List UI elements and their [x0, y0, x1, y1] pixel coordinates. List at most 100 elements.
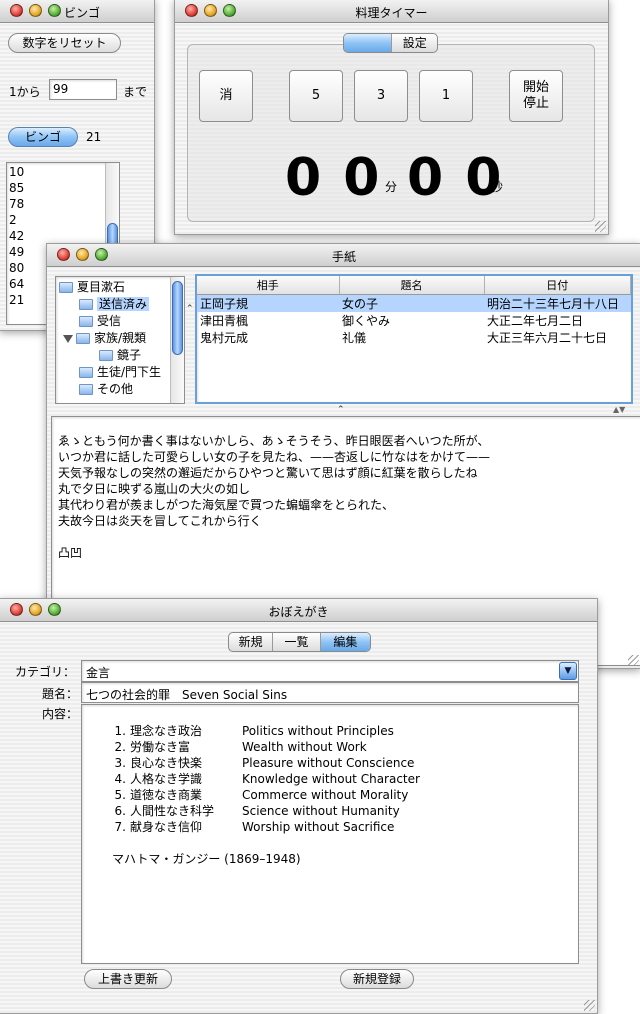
- tree-item-sent[interactable]: 送信済み: [59, 296, 161, 313]
- tree-label: 鏡子: [117, 348, 142, 362]
- disclosure-triangle-icon[interactable]: [63, 334, 73, 343]
- letter-text: ゑゝともう何か書く事はないかしら、あゝそうそう、昨日眼医者へいつた所が、 いつか…: [58, 433, 490, 561]
- tree-item-students[interactable]: 生徒/門下生: [59, 364, 161, 381]
- cell-date: 大正三年六月二十七日: [487, 331, 608, 345]
- split-handle-icon[interactable]: ⌃: [337, 405, 345, 415]
- tab-settings[interactable]: 設定: [392, 34, 437, 52]
- letter-line: 夫故今日は炎天を冒してこれから行く: [58, 514, 262, 528]
- tree-item-root[interactable]: 夏目漱石: [59, 279, 161, 296]
- scroll-arrows-icon[interactable]: ▲▼: [613, 405, 625, 414]
- column-header-date[interactable]: 日付: [484, 276, 631, 295]
- attribution: マハトマ・ガンジー (1869–1948): [112, 852, 301, 866]
- memo-window: おぼえがき 新規 一覧 編集 カテゴリ： 金言 ▼ 題名： 七つの社会的罪 Se…: [0, 598, 598, 1014]
- cell-to: 津田青楓: [200, 314, 249, 328]
- subject-label: 題名：: [42, 687, 79, 701]
- add-3-button[interactable]: 3: [354, 70, 408, 122]
- timer-titlebar[interactable]: 料理タイマー: [175, 0, 608, 23]
- chevron-down-icon[interactable]: ▼: [559, 662, 577, 680]
- content-textarea[interactable]: 1. 理念なき政治 Politics without Principles 2. 労働…: [81, 704, 579, 964]
- content-text: 1. 理念なき政治 Politics without Principles 2. 労働…: [112, 723, 420, 867]
- resize-grip[interactable]: [595, 221, 606, 232]
- resize-grip[interactable]: [628, 655, 639, 666]
- minimize-button[interactable]: [29, 4, 42, 17]
- tree-item-kyoko[interactable]: 鏡子: [59, 347, 161, 364]
- memo-tabs: 新規 一覧 編集: [228, 632, 371, 652]
- table-row[interactable]: 正岡子規 女の子 明治二十三年七月十八日: [197, 294, 631, 312]
- folder-icon: [76, 333, 90, 344]
- list-item: 80: [9, 261, 25, 275]
- tab-timer[interactable]: [344, 34, 393, 52]
- list-item: 2. 労働なき富 Wealth without Work: [114, 740, 367, 754]
- tree-label: 夏目漱石: [77, 280, 126, 294]
- letter-line: 天気予報なしの突然の邂逅だからひやつと驚いて思はず顔に紅葉を散らしたね: [58, 466, 478, 480]
- start-stop-button[interactable]: 開始 停止: [509, 70, 563, 122]
- letters-table-grid: 相手 題名 日付 正岡子規 女の子 明治二十三年七月十八日 津田青楓 御くやみ …: [197, 276, 631, 346]
- clear-button[interactable]: 消: [199, 70, 253, 122]
- tab-edit[interactable]: 編集: [320, 633, 370, 651]
- bingo-draw-button[interactable]: ビンゴ: [8, 127, 78, 147]
- category-value: 金言: [86, 666, 111, 680]
- update-button[interactable]: 上書き更新: [84, 969, 172, 989]
- folder-tree-items: 夏目漱石 送信済み 受信 家族/親類 鏡子 生徒/門下生 その他: [59, 279, 161, 398]
- tree-label: 送信済み: [97, 297, 150, 311]
- reset-numbers-button[interactable]: 数字をリセット: [8, 33, 121, 53]
- tree-item-other[interactable]: その他: [59, 381, 161, 398]
- max-number-input[interactable]: 99: [49, 79, 117, 100]
- seconds-unit: 秒: [491, 180, 504, 194]
- tree-scrollbar[interactable]: [170, 277, 184, 403]
- column-header-to[interactable]: 相手: [197, 276, 340, 295]
- cell-subject: 女の子: [339, 294, 484, 312]
- tree-label: 受信: [97, 314, 122, 328]
- tree-item-family[interactable]: 家族/親類: [59, 330, 161, 347]
- category-select[interactable]: 金言 ▼: [81, 660, 579, 682]
- folder-icon: [79, 299, 93, 310]
- list-item: 42: [9, 229, 25, 243]
- letter-line: いつか君に話した可愛らしい女の子を見たね、——杏返しに竹なはをかけて——: [58, 450, 491, 464]
- folder-icon: [59, 282, 73, 293]
- letter-line: [58, 529, 490, 545]
- resize-grip[interactable]: [584, 1000, 595, 1011]
- folder-tree[interactable]: 夏目漱石 送信済み 受信 家族/親類 鏡子 生徒/門下生 その他: [55, 276, 185, 404]
- list-item: 3. 良心なき快楽 Pleasure without Conscience: [114, 756, 415, 770]
- letters-titlebar[interactable]: 手紙: [47, 244, 640, 267]
- scroll-thumb[interactable]: [172, 281, 183, 355]
- list-item: 49: [9, 245, 25, 259]
- split-handle-icon[interactable]: ⌃: [186, 304, 194, 314]
- history-items: 10 85 78 2 42 49 80 64 21: [9, 164, 24, 308]
- folder-icon: [79, 384, 93, 395]
- tab-new[interactable]: 新規: [229, 633, 274, 651]
- cell-to: 鬼村元成: [200, 331, 249, 345]
- stop-label: 停止: [522, 96, 549, 111]
- add-5-button[interactable]: 5: [289, 70, 343, 122]
- zoom-button[interactable]: [48, 4, 61, 17]
- tree-label: 家族/親類: [94, 331, 147, 345]
- minutes-display: 0 0: [285, 148, 382, 208]
- subject-input[interactable]: 七つの社会的罪 Seven Social Sins: [81, 682, 579, 703]
- list-item: 64: [9, 277, 25, 291]
- list-item: 21: [9, 293, 25, 307]
- tree-item-inbox[interactable]: 受信: [59, 313, 161, 330]
- tab-list[interactable]: 一覧: [273, 633, 321, 651]
- folder-icon: [99, 350, 113, 361]
- letter-line: 其代わり君が羨ましがつた海気屋で買つた蝙蝠傘をとられた、: [58, 498, 395, 512]
- seconds-display: 0 0: [407, 148, 504, 208]
- list-item: 5. 道徳なき商業 Commerce without Morality: [114, 788, 409, 802]
- letter-line: 丸で夕日に映ずる嵐山の大火の如し: [58, 482, 251, 496]
- column-header-subject[interactable]: 題名: [339, 276, 485, 295]
- current-number: 21: [86, 130, 102, 144]
- category-label: カテゴリ：: [15, 665, 76, 679]
- list-item: 85: [9, 181, 25, 195]
- cell-date: 大正二年七月二日: [487, 314, 584, 328]
- table-row[interactable]: 津田青楓 御くやみ 大正二年七月二日: [197, 312, 631, 329]
- close-button[interactable]: [10, 4, 23, 17]
- register-button[interactable]: 新規登録: [340, 969, 414, 989]
- memo-titlebar[interactable]: おぼえがき: [0, 599, 597, 622]
- add-1-button[interactable]: 1: [419, 70, 473, 122]
- minutes-unit: 分: [385, 180, 398, 194]
- cell-to: 正岡子規: [197, 294, 339, 312]
- memo-title: おぼえがき: [268, 605, 329, 619]
- table-row[interactable]: 鬼村元成 礼儀 大正三年六月二十七日: [197, 329, 631, 346]
- letters-table[interactable]: 相手 題名 日付 正岡子規 女の子 明治二十三年七月十八日 津田青楓 御くやみ …: [195, 274, 633, 404]
- bingo-titlebar[interactable]: ビンゴ: [0, 0, 154, 23]
- tree-label: その他: [97, 382, 134, 396]
